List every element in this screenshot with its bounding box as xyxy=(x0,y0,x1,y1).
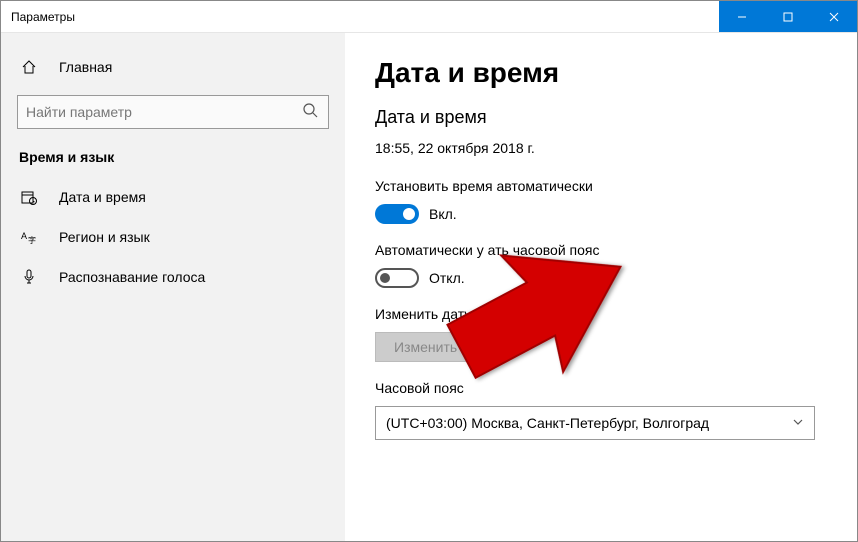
microphone-icon xyxy=(19,269,39,285)
auto-timezone-state: Откл. xyxy=(429,270,465,286)
section-heading: Дата и время xyxy=(375,107,827,128)
auto-timezone-toggle[interactable] xyxy=(375,268,419,288)
home-icon xyxy=(19,59,39,75)
close-button[interactable] xyxy=(811,1,857,32)
timezone-value: (UTC+03:00) Москва, Санкт-Петербург, Вол… xyxy=(386,415,709,431)
window-title: Параметры xyxy=(1,10,719,24)
nav-item-speech[interactable]: Распознавание голоса xyxy=(1,257,345,297)
nav-item-datetime[interactable]: Дата и время xyxy=(1,177,345,217)
sidebar: Главная Время и язык Дата и время A字 Рег… xyxy=(1,33,345,541)
search-icon xyxy=(302,102,320,123)
nav-home[interactable]: Главная xyxy=(1,47,345,87)
search-input[interactable] xyxy=(26,104,302,120)
page-heading: Дата и время xyxy=(375,57,827,89)
svg-text:字: 字 xyxy=(28,235,36,245)
auto-timezone-label: Автоматически у ать часовой пояс xyxy=(375,242,827,258)
nav-category: Время и язык xyxy=(1,139,345,175)
nav-item-region[interactable]: A字 Регион и язык xyxy=(1,217,345,257)
nav-category-label: Время и язык xyxy=(19,149,114,165)
titlebar: Параметры xyxy=(1,1,857,33)
change-button[interactable]: Изменить xyxy=(375,332,476,362)
nav-item-label: Регион и язык xyxy=(59,229,150,245)
timezone-dropdown[interactable]: (UTC+03:00) Москва, Санкт-Петербург, Вол… xyxy=(375,406,815,440)
minimize-button[interactable] xyxy=(719,1,765,32)
auto-time-state: Вкл. xyxy=(429,206,457,222)
chevron-down-icon xyxy=(792,415,804,431)
search-box[interactable] xyxy=(17,95,329,129)
change-datetime-label: Изменить дату и время xyxy=(375,306,827,322)
window-controls xyxy=(719,1,857,32)
nav-home-label: Главная xyxy=(59,59,112,75)
nav-item-label: Распознавание голоса xyxy=(59,269,205,285)
timezone-label: Часовой пояс xyxy=(375,380,827,396)
content-area: Дата и время Дата и время 18:55, 22 октя… xyxy=(345,33,857,541)
current-datetime: 18:55, 22 октября 2018 г. xyxy=(375,140,827,156)
nav-item-label: Дата и время xyxy=(59,189,146,205)
calendar-clock-icon xyxy=(19,189,39,205)
maximize-button[interactable] xyxy=(765,1,811,32)
language-icon: A字 xyxy=(19,229,39,245)
auto-time-toggle[interactable] xyxy=(375,204,419,224)
auto-time-label: Установить время автоматически xyxy=(375,178,827,194)
svg-text:A: A xyxy=(21,231,27,241)
